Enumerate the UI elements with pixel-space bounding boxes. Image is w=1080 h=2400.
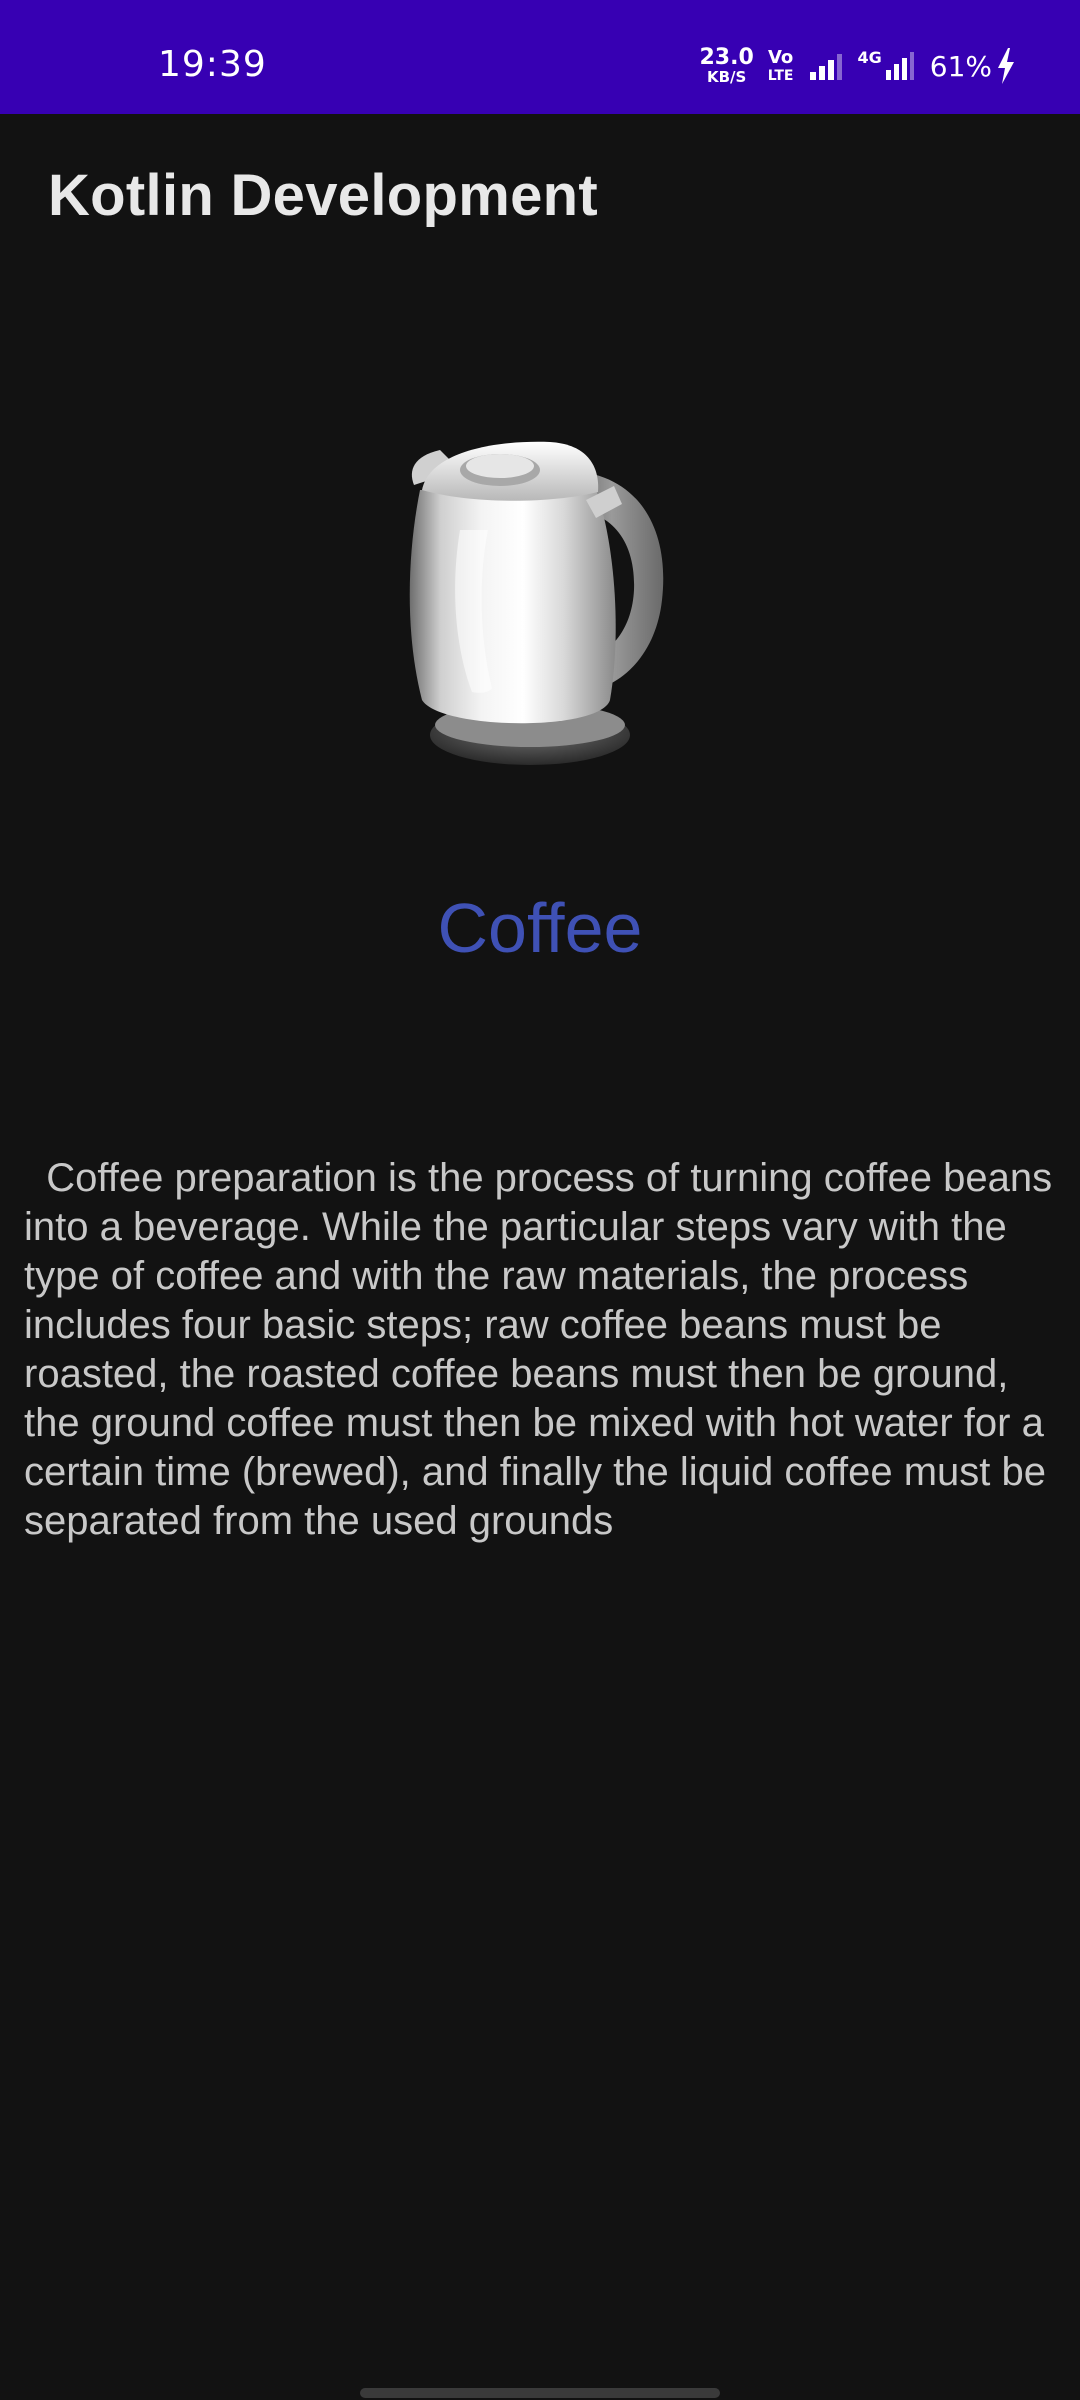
coffee-description: Coffee preparation is the process of tur… (24, 1156, 1064, 1543)
volte-bottom: LTE (767, 68, 794, 84)
coffee-title: Coffee (437, 889, 643, 967)
app-bar-title: Kotlin Development (48, 163, 598, 228)
volte-icon: Vo LTE (767, 47, 794, 84)
network-type: 4G (857, 48, 882, 67)
network-speed: 23.0 KB/S (700, 47, 754, 85)
network-speed-unit: KB/S (706, 68, 747, 86)
volte-top: Vo (767, 47, 794, 68)
battery-percent: 61% (929, 49, 992, 83)
home-indicator[interactable] (360, 2388, 720, 2398)
battery-indicator: 61% (930, 48, 1016, 84)
signal-4g: 4G (857, 48, 916, 82)
status-bar: 19:39 23.0 KB/S Vo LTE 4G 61% (0, 0, 1080, 114)
screen: 19:39 23.0 KB/S Vo LTE 4G 61% Kotlin Dev… (0, 0, 1080, 2400)
signal-4g-icon (885, 52, 914, 80)
network-speed-value: 23.0 (699, 45, 754, 70)
status-icons: 23.0 KB/S Vo LTE 4G 61% (700, 44, 1017, 88)
status-time: 19:39 (158, 44, 267, 85)
charging-icon (998, 48, 1014, 84)
kettle-icon (409, 441, 664, 765)
signal-icon (809, 54, 842, 80)
